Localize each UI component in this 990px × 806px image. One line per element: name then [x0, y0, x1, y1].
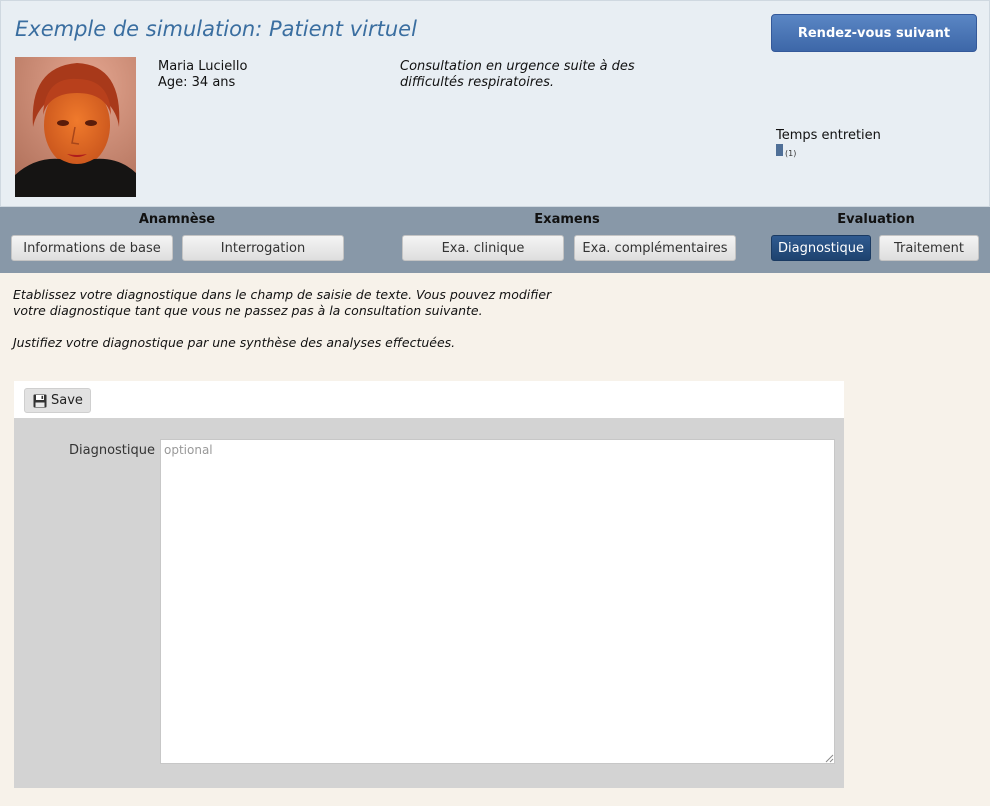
tab-interrogation[interactable]: Interrogation [182, 235, 344, 261]
interview-time-bar [776, 144, 783, 156]
save-button-label: Save [51, 393, 83, 408]
page-title: Exemple de simulation: Patient virtuel [15, 17, 417, 41]
save-button[interactable]: Save [24, 388, 91, 413]
next-appointment-button[interactable]: Rendez-vous suivant [771, 14, 977, 52]
tab-traitement[interactable]: Traitement [879, 235, 979, 261]
diagnostic-form: Save Diagnostique [14, 381, 844, 788]
floppy-disk-icon [33, 394, 47, 407]
group-title-examens: Examens [534, 212, 600, 227]
diagnostic-textarea[interactable] [160, 439, 835, 764]
patient-header: Exemple de simulation: Patient virtuel R… [0, 0, 990, 207]
instructions: Etablissez votre diagnostique dans le ch… [13, 287, 553, 351]
instructions-paragraph: Justifiez votre diagnostique par une syn… [13, 335, 456, 350]
tab-diagnostique[interactable]: Diagnostique [771, 235, 871, 261]
tab-examen-clinique[interactable]: Exa. clinique [402, 235, 564, 261]
patient-name: Maria Luciello [158, 59, 248, 74]
patient-photo [15, 57, 136, 197]
resize-grip-icon[interactable] [824, 753, 834, 763]
section-nav: Anamnèse Examens Evaluation Informations… [0, 207, 990, 273]
patient-age: Age: 34 ans [158, 75, 236, 90]
form-toolbar: Save [14, 381, 844, 418]
diagnostic-label: Diagnostique [69, 443, 156, 458]
group-title-evaluation: Evaluation [837, 212, 915, 227]
interview-time-label: Temps entretien [776, 128, 881, 143]
consultation-reason: Consultation en urgence suite à des diff… [400, 59, 635, 90]
group-title-anamnese: Anamnèse [138, 212, 216, 227]
tab-informations-de-base[interactable]: Informations de base [11, 235, 173, 261]
interview-time-count: (1) [785, 149, 797, 158]
tab-examens-complementaires[interactable]: Exa. complémentaires [574, 235, 736, 261]
instructions-paragraph: Etablissez votre diagnostique dans le ch… [13, 287, 552, 318]
